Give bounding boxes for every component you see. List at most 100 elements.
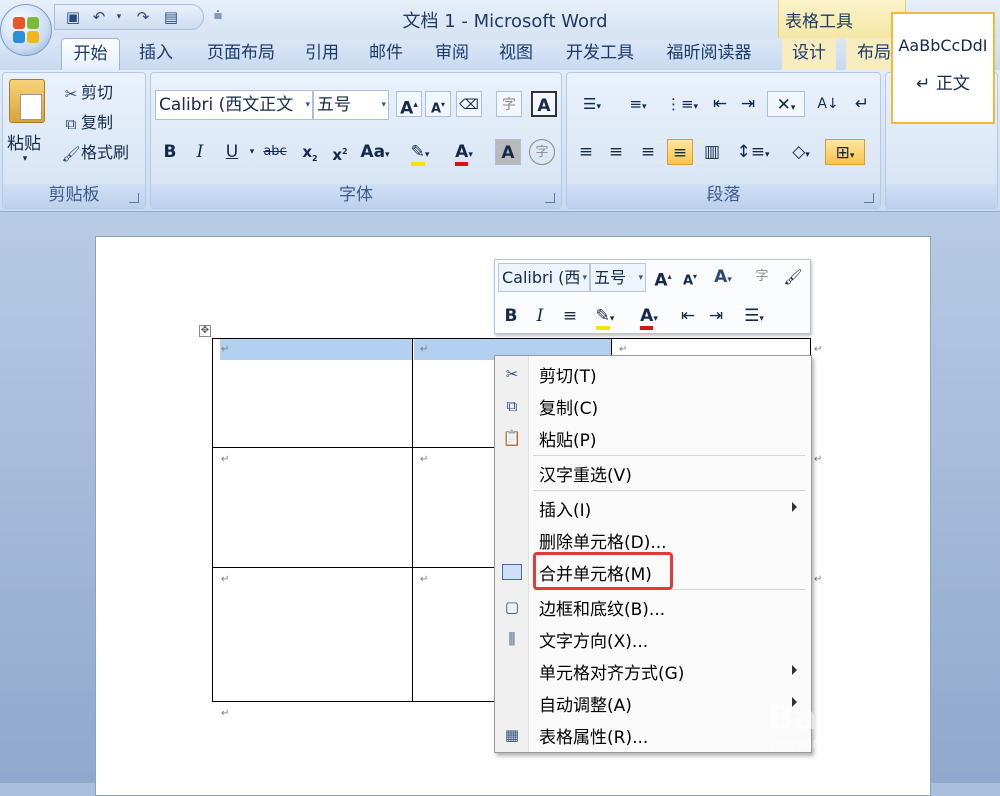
sort-icon[interactable]: A↓ <box>815 91 841 117</box>
subscript-icon[interactable]: x2 <box>297 139 323 165</box>
menu-item-text-direction[interactable]: ⫼ 文字方向(X)... <box>495 624 811 654</box>
clear-formatting-icon[interactable]: ⌫ <box>456 91 482 117</box>
tab-developer[interactable]: 开发工具 <box>556 38 644 70</box>
mini-style-icon[interactable]: A▾ <box>707 264 739 290</box>
paragraph-mark: ↵ <box>221 708 230 719</box>
tab-mailings[interactable]: 邮件 <box>360 38 412 70</box>
font-size-combo[interactable]: 五号 ▾ <box>313 90 389 120</box>
menu-item-copy[interactable]: ⧉ 复制(C) <box>495 391 811 421</box>
submenu-arrow-icon <box>792 665 797 675</box>
style-name: ↵ 正文 <box>916 74 970 94</box>
paragraph-mark: ↵ <box>420 454 429 465</box>
font-color-icon[interactable]: A▾ <box>447 139 481 166</box>
highlight-icon[interactable]: ✎▾ <box>403 139 437 166</box>
font-group-label: 字体 <box>151 184 561 208</box>
paste-label: 粘贴 <box>7 134 41 154</box>
mini-grow-font-icon[interactable]: A▴ <box>650 264 676 291</box>
submenu-arrow-icon <box>792 502 797 512</box>
mini-highlight-icon[interactable]: ✎▾ <box>587 303 623 330</box>
tab-review[interactable]: 审阅 <box>426 38 478 70</box>
align-center-icon[interactable]: ≡ <box>603 139 629 165</box>
align-left-icon[interactable]: ≡ <box>573 139 599 165</box>
print-preview-icon[interactable]: ▤ <box>161 8 181 26</box>
style-normal-tile[interactable]: AaBbCcDdI ↵ 正文 <box>891 12 995 124</box>
save-icon[interactable]: ▣ <box>63 8 83 26</box>
clipboard-launcher-icon[interactable] <box>129 193 139 203</box>
redo-icon[interactable]: ↷ <box>133 8 153 26</box>
tab-design[interactable]: 设计 <box>782 38 836 70</box>
clipboard-group: 粘贴 ▾ ✂ 剪切 ⧉ 复制 🖌格式刷 剪贴板 <box>2 72 146 209</box>
paragraph-mark: ↵ <box>814 574 823 585</box>
phonetic-guide-icon[interactable]: 字 <box>496 91 522 117</box>
tab-foxit-reader[interactable]: 福昕阅读器 <box>656 38 762 70</box>
italic-icon[interactable]: I <box>187 139 213 165</box>
character-shading-icon[interactable]: A <box>495 139 521 165</box>
mini-bullets-icon[interactable]: ☰▾ <box>735 303 773 329</box>
menu-item-delete-cells[interactable]: 删除单元格(D)... <box>495 525 811 555</box>
tab-insert[interactable]: 插入 <box>128 38 184 70</box>
copy-button[interactable]: ⧉ 复制 <box>61 109 113 134</box>
paragraph-mark: ↵ <box>221 454 230 465</box>
tab-home[interactable]: 开始 <box>61 38 120 70</box>
shading-icon[interactable]: ◇▾ <box>781 139 821 165</box>
mini-font-size-combo[interactable]: 五号 ▾ <box>590 263 646 292</box>
enclose-characters-icon[interactable]: 字 <box>529 139 555 165</box>
paste-dropdown-icon[interactable]: ▾ <box>7 154 43 164</box>
mini-shrink-font-icon[interactable]: A▾ <box>677 264 703 290</box>
align-right-icon[interactable]: ≡ <box>635 139 661 165</box>
line-spacing-icon[interactable]: ↕≡▾ <box>733 139 773 165</box>
mini-font-name-combo[interactable]: Calibri (西 ▾ <box>498 263 590 292</box>
mini-increase-indent-icon[interactable]: ⇥ <box>703 303 729 329</box>
mini-phonetic-icon[interactable]: 字 <box>749 264 775 290</box>
chinese-layout-icon[interactable]: ✕▾ <box>767 91 805 117</box>
character-border-icon[interactable]: A <box>531 91 557 117</box>
selected-cell[interactable] <box>220 339 413 360</box>
distributed-icon[interactable]: ▥ <box>699 139 725 165</box>
customize-qat-icon[interactable]: ⩧ <box>208 6 228 24</box>
menu-item-cell-alignment[interactable]: 单元格对齐方式(G) <box>495 656 811 686</box>
mini-bold-icon[interactable]: B <box>498 303 524 329</box>
justify-icon[interactable]: ≡ <box>667 139 693 165</box>
borders-icon[interactable]: ⊞▾ <box>825 139 865 165</box>
office-button[interactable] <box>0 4 52 56</box>
numbering-icon[interactable]: ≡▾ <box>619 91 657 117</box>
mini-decrease-indent-icon[interactable]: ⇤ <box>675 303 701 329</box>
undo-dropdown-icon[interactable]: ▾ <box>109 8 129 26</box>
mini-italic-icon[interactable]: I <box>527 303 553 329</box>
menu-item-borders-shading[interactable]: ▢ 边框和底纹(B)... <box>495 592 811 622</box>
multilevel-list-icon[interactable]: ⋮≡▾ <box>663 91 701 117</box>
paragraph-group-label: 段落 <box>567 184 880 208</box>
table-move-handle-icon[interactable]: ✥ <box>199 325 211 337</box>
decrease-indent-icon[interactable]: ⇤ <box>707 91 733 117</box>
tab-references[interactable]: 引用 <box>296 38 348 70</box>
strikethrough-icon[interactable]: abc <box>259 139 291 165</box>
bullets-icon[interactable]: ☰▾ <box>573 91 611 117</box>
tab-view[interactable]: 视图 <box>490 38 542 70</box>
table-border <box>212 338 810 339</box>
paragraph-mark: ↵ <box>814 344 823 355</box>
paragraph-mark: ↵ <box>619 344 628 355</box>
font-name-combo[interactable]: Calibri (西文正文 ▾ <box>155 90 313 120</box>
menu-item-hanzi-reconvert[interactable]: 汉字重选(V) <box>495 458 811 488</box>
format-painter-button[interactable]: 🖌格式刷 <box>61 139 129 164</box>
undo-icon[interactable]: ↶ <box>89 8 109 26</box>
tab-page-layout[interactable]: 页面布局 <box>196 38 286 70</box>
cut-button[interactable]: ✂ 剪切 <box>61 79 113 104</box>
show-marks-icon[interactable]: ↵ <box>849 91 875 117</box>
paste-button[interactable]: 粘贴 ▾ <box>7 79 51 171</box>
mini-font-color-icon[interactable]: A▾ <box>631 303 667 330</box>
mini-format-painter-icon[interactable]: 🖌 <box>780 264 806 290</box>
menu-item-cut[interactable]: ✂ 剪切(T) <box>495 359 811 389</box>
grow-font-icon[interactable]: A▴ <box>396 91 422 119</box>
shrink-font-icon[interactable]: A▾ <box>425 91 451 117</box>
bold-icon[interactable]: B <box>157 139 183 165</box>
paragraph-launcher-icon[interactable] <box>864 193 874 203</box>
font-launcher-icon[interactable] <box>545 193 555 203</box>
font-group: Calibri (西文正文 ▾ 五号 ▾ A▴ A▾ ⌫ 字 A B I U ▾ a… <box>150 72 562 209</box>
mini-center-icon[interactable]: ≡ <box>557 303 583 329</box>
change-case-icon[interactable]: Aa▾ <box>359 139 391 165</box>
menu-item-paste[interactable]: 📋 粘贴(P) <box>495 423 811 453</box>
superscript-icon[interactable]: x2 <box>327 139 353 165</box>
increase-indent-icon[interactable]: ⇥ <box>735 91 761 117</box>
menu-item-insert[interactable]: 插入(I) <box>495 493 811 523</box>
